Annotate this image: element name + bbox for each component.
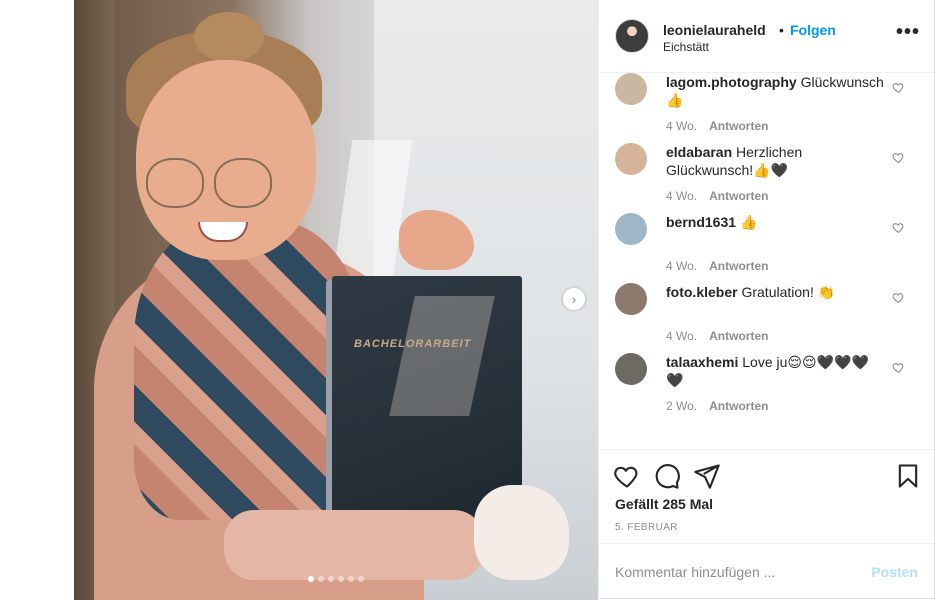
comment-item: lagom.photography Glückwunsch 👍 4 Wo. Antw… [599, 73, 934, 143]
image-arm [224, 510, 484, 580]
image-hand-bottom [474, 485, 569, 580]
comment-text: bernd1631 👍 [666, 213, 886, 231]
comment-item: foto.kleber Gratulation! 👏 4 Wo. Antworten [599, 283, 934, 353]
comment-age[interactable]: 4 Wo. [666, 189, 697, 203]
comment-meta: 4 Wo. Antworten [666, 189, 768, 203]
comment-body: Gratulation! 👏 [741, 284, 836, 300]
comment-like-icon[interactable] [892, 151, 905, 164]
share-icon[interactable] [693, 462, 721, 490]
heart-icon[interactable] [613, 462, 641, 490]
header-separator: • [779, 22, 784, 38]
reply-button[interactable]: Antworten [709, 189, 768, 203]
post-actions: Gefällt 285 Mal 5. FEBRUAR [599, 449, 934, 544]
image-scarf [134, 220, 364, 520]
comment-age[interactable]: 4 Wo. [666, 119, 697, 133]
carousel-dot [308, 576, 314, 582]
comment-text: lagom.photography Glückwunsch 👍 [666, 73, 886, 109]
comment-meta: 2 Wo. Antworten [666, 399, 768, 413]
owner-username[interactable]: leonielauraheld [663, 22, 766, 38]
comment-age[interactable]: 2 Wo. [666, 399, 697, 413]
commenter-username[interactable]: eldabaran [666, 144, 732, 160]
comment-text: eldabaran Herzlichen Glückwunsch!👍🖤 [666, 143, 886, 179]
post-container: BACHELORARBEIT › leonielauraheld • Folge… [74, 0, 935, 600]
image-glasses-right [214, 158, 272, 208]
comment-icon[interactable] [653, 462, 681, 490]
commenter-avatar[interactable] [615, 73, 647, 105]
post-date[interactable]: 5. FEBRUAR [615, 522, 678, 533]
owner-avatar[interactable] [615, 19, 649, 53]
comment-body: 👍 [739, 214, 758, 230]
carousel-dot [318, 576, 324, 582]
carousel-dots [74, 576, 598, 582]
commenter-username[interactable]: talaaxhemi [666, 354, 738, 370]
reply-button[interactable]: Antworten [709, 259, 768, 273]
carousel-dot [328, 576, 334, 582]
comment-like-icon[interactable] [892, 221, 905, 234]
comment-item: eldabaran Herzlichen Glückwunsch!👍🖤 4 Wo.… [599, 143, 934, 213]
post-side-panel: leonielauraheld • Folgen Eichstätt ••• l… [598, 0, 935, 599]
comments-list[interactable]: lagom.photography Glückwunsch 👍 4 Wo. Antw… [599, 73, 934, 448]
more-options-icon[interactable]: ••• [896, 22, 920, 42]
post-location[interactable]: Eichstätt [663, 40, 709, 54]
post-header: leonielauraheld • Folgen Eichstätt ••• [599, 0, 934, 73]
follow-button[interactable]: Folgen [790, 22, 836, 38]
comment-text: foto.kleber Gratulation! 👏 [666, 283, 886, 301]
chevron-right-icon: › [571, 291, 577, 307]
add-comment-section: Posten [599, 543, 934, 599]
comment-item: talaaxhemi Love ju😌😌🖤🖤🖤🖤 2 Wo. Antworten [599, 353, 934, 423]
comment-meta: 4 Wo. Antworten [666, 119, 768, 133]
book-title: BACHELORARBEIT [354, 338, 472, 350]
comment-text: talaaxhemi Love ju😌😌🖤🖤🖤🖤 [666, 353, 886, 389]
next-image-button[interactable]: › [563, 288, 585, 310]
commenter-avatar[interactable] [615, 353, 647, 385]
post-image[interactable]: BACHELORARBEIT [74, 0, 598, 600]
commenter-avatar[interactable] [615, 283, 647, 315]
comment-meta: 4 Wo. Antworten [666, 259, 768, 273]
comment-like-icon[interactable] [892, 291, 905, 304]
commenter-username[interactable]: foto.kleber [666, 284, 738, 300]
comment-age[interactable]: 4 Wo. [666, 259, 697, 273]
carousel-dot [338, 576, 344, 582]
comment-like-icon[interactable] [892, 361, 905, 374]
commenter-avatar[interactable] [615, 143, 647, 175]
reply-button[interactable]: Antworten [709, 119, 768, 133]
comment-age[interactable]: 4 Wo. [666, 329, 697, 343]
carousel-dot [358, 576, 364, 582]
image-glasses-left [146, 158, 204, 208]
commenter-avatar[interactable] [615, 213, 647, 245]
image-thesis-book: BACHELORARBEIT [332, 276, 522, 520]
comment-input[interactable] [615, 562, 855, 582]
comment-meta: 4 Wo. Antworten [666, 329, 768, 343]
commenter-username[interactable]: bernd1631 [666, 214, 736, 230]
image-hair-bun [194, 12, 264, 62]
bookmark-icon[interactable] [894, 462, 922, 490]
reply-button[interactable]: Antworten [709, 399, 768, 413]
commenter-username[interactable]: lagom.photography [666, 74, 797, 90]
reply-button[interactable]: Antworten [709, 329, 768, 343]
carousel-dot [348, 576, 354, 582]
comment-item: bernd1631 👍 4 Wo. Antworten [599, 213, 934, 283]
book-light [389, 296, 495, 416]
post-comment-button[interactable]: Posten [871, 564, 918, 580]
likes-count[interactable]: Gefällt 285 Mal [615, 496, 713, 512]
comment-like-icon[interactable] [892, 81, 905, 94]
